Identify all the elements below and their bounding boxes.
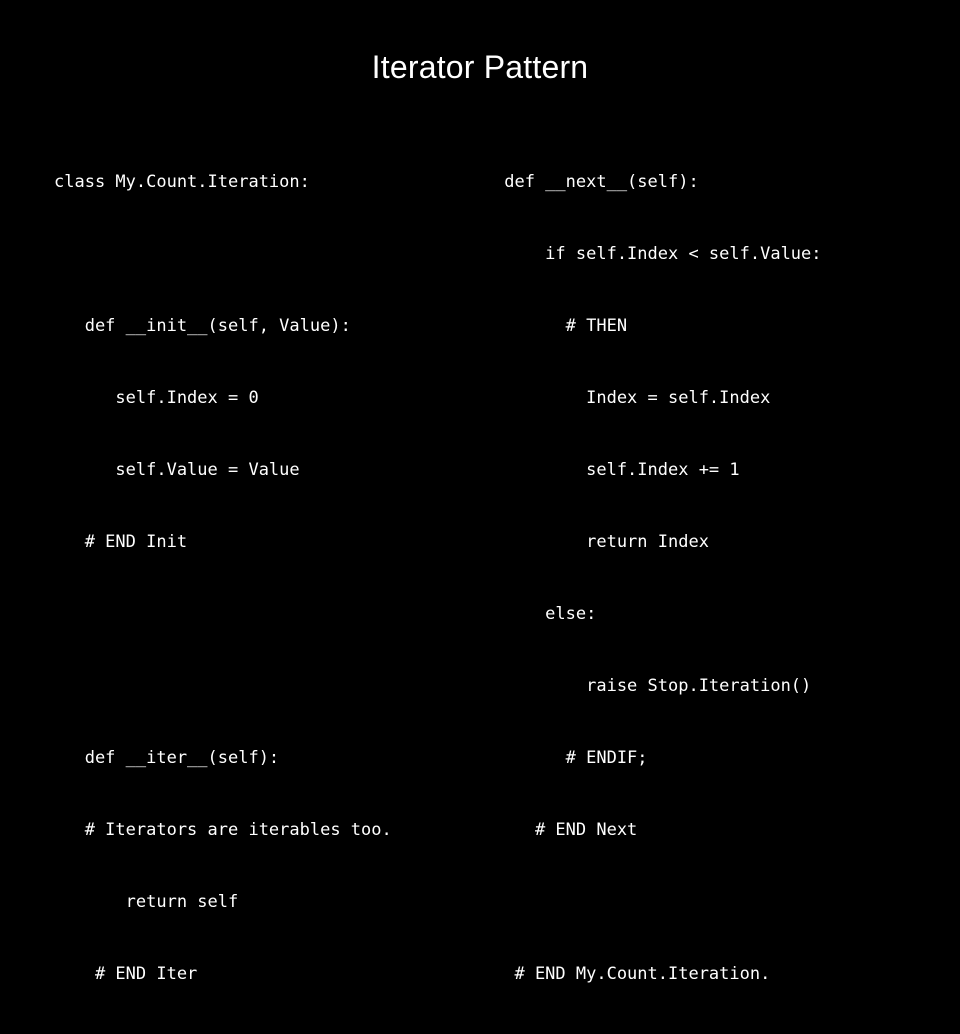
- code-line: self.Index += 1: [494, 460, 740, 480]
- code-line: self.Value = Value: [54, 460, 300, 480]
- code-line: # END Init: [54, 532, 188, 552]
- code-line: class My.Count.Iteration:: [54, 172, 310, 192]
- code-line: # END Next: [494, 820, 638, 840]
- code-line: Index = self.Index: [494, 388, 771, 408]
- code-line: def __next__(self):: [494, 172, 699, 192]
- code-line: if self.Index < self.Value:: [494, 244, 822, 264]
- code-line: # ENDIF;: [494, 748, 648, 768]
- code-line: # Iterators are iterables too.: [54, 820, 392, 840]
- page-title: Iterator Pattern: [371, 49, 589, 85]
- code-line: # END My.Count.Iteration.: [494, 964, 771, 984]
- code-line: else:: [494, 604, 597, 624]
- code-line: # THEN: [494, 316, 628, 336]
- code-block-left: class My.Count.Iteration: def __init__(s…: [54, 122, 392, 1034]
- code-line: self.Index = 0: [54, 388, 259, 408]
- code-line: def __init__(self, Value):: [54, 316, 351, 336]
- code-line: return self: [54, 892, 239, 912]
- code-line: # END Iter: [54, 964, 198, 984]
- slide-root: Iterator Pattern class My.Count.Iteratio…: [0, 0, 960, 984]
- code-line: raise Stop.Iteration(): [494, 676, 812, 696]
- code-block-right: def __next__(self): if self.Index < self…: [494, 122, 822, 1034]
- code-line: return Index: [494, 532, 709, 552]
- code-line: def __iter__(self):: [54, 748, 280, 768]
